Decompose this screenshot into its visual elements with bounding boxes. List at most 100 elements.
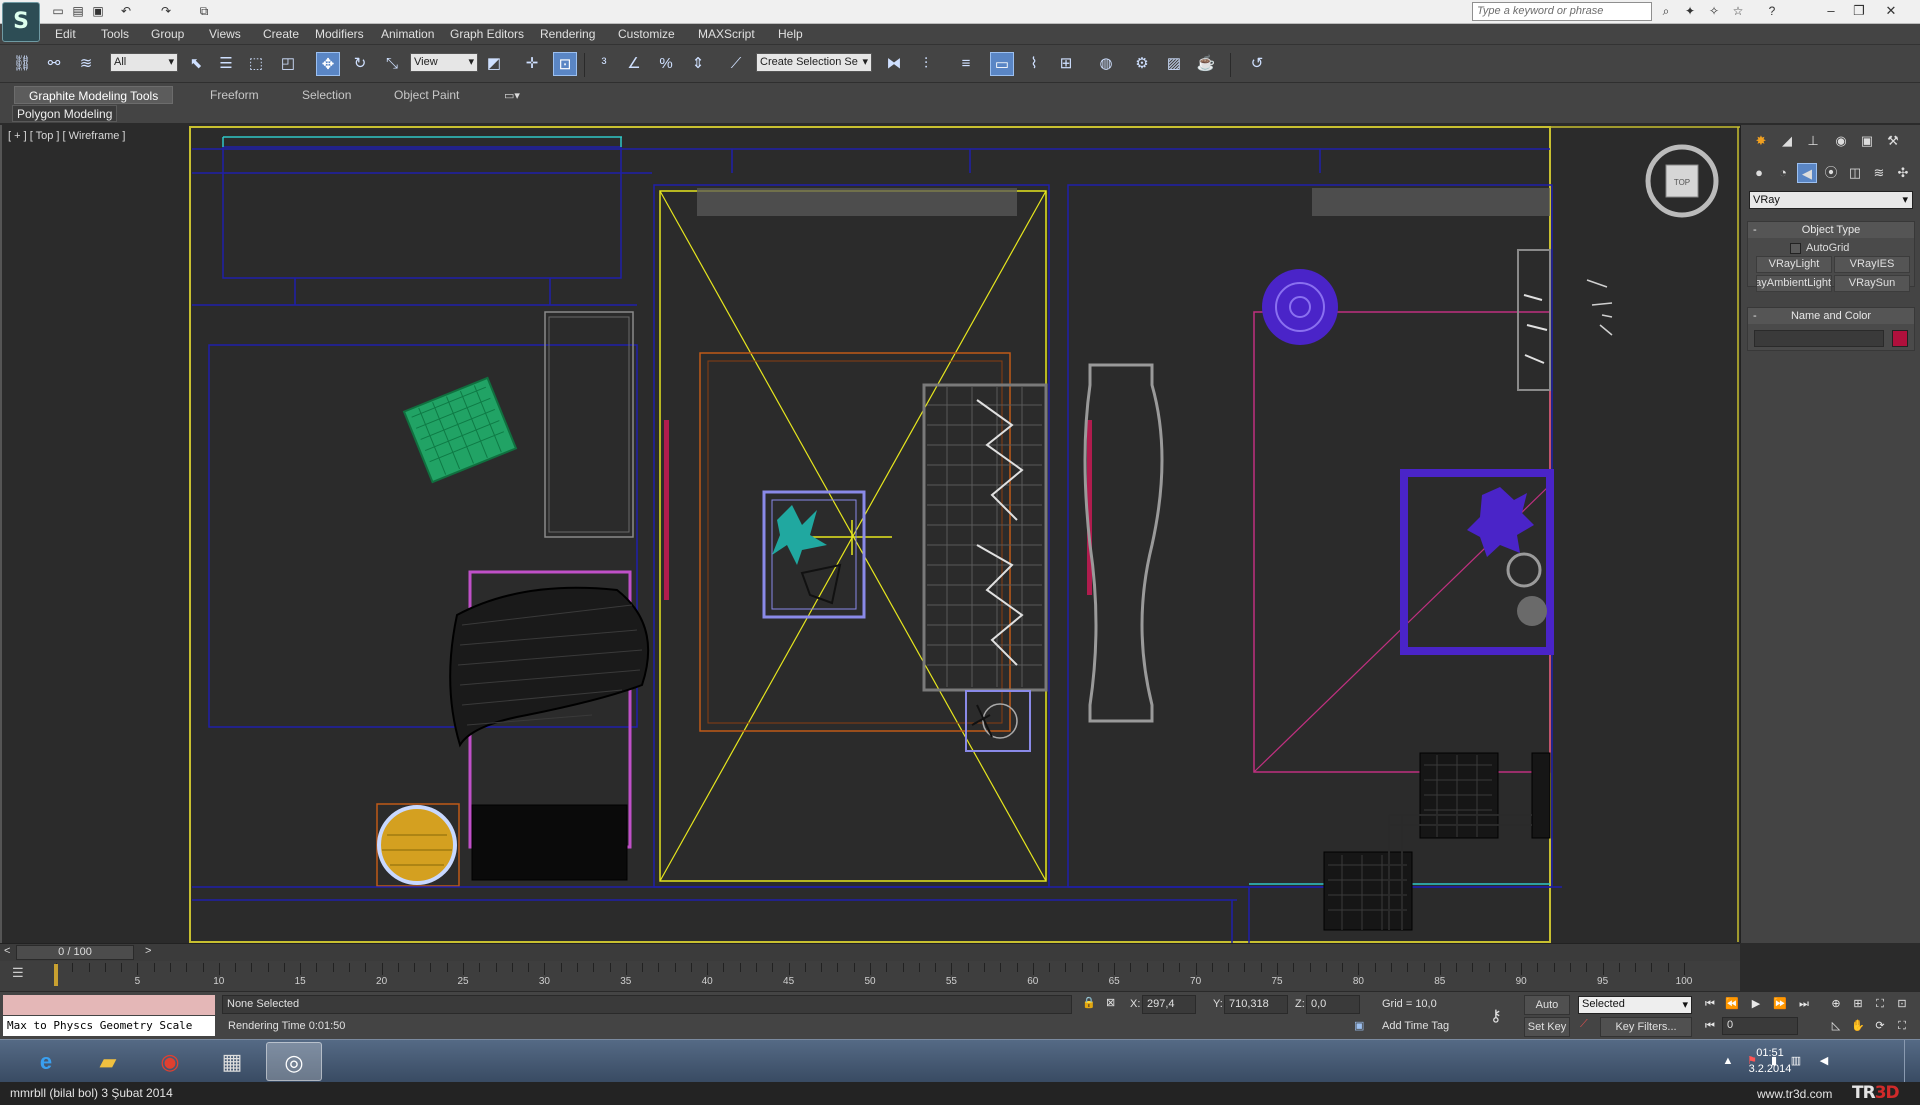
time-slider[interactable]: < 0 / 100 > [0,943,1740,961]
rectangular-selection-icon[interactable]: ⬚ [244,52,268,76]
render-setup-icon[interactable]: ⚙ [1130,52,1154,76]
field-of-view-icon[interactable]: ◺ [1826,1017,1846,1035]
zoom-extents-all-icon[interactable]: ⊡ [1892,995,1912,1013]
select-by-name-icon[interactable]: ☰ [214,52,238,76]
ribbon-options-icon[interactable]: ▭▾ [504,89,520,102]
file-explorer-icon[interactable]: ▰ [80,1042,136,1081]
tab-selection[interactable]: Selection [288,86,365,104]
favorites-icon[interactable]: ☆ [1730,3,1746,19]
menu-maxscript[interactable]: MAXScript [698,27,755,41]
maxscript-listener-output[interactable]: Max to Physcs Geometry Scale [3,1016,215,1036]
layer-manager-icon[interactable]: ≡ [954,52,978,76]
tab-freeform[interactable]: Freeform [196,86,273,104]
autogrid-checkbox[interactable] [1790,243,1801,254]
absolute-mode-icon[interactable]: ⊠ [1106,996,1115,1009]
ribbon-panel-polygon-modeling[interactable]: Polygon Modeling [12,105,118,122]
go-to-end-icon[interactable]: ⏭ [1794,995,1814,1013]
systems-icon[interactable]: ✣ [1893,163,1913,183]
cameras-icon[interactable]: ⦿ [1821,163,1841,183]
y-coordinate-field[interactable]: 710,318 [1224,995,1288,1014]
3dsmax-app-icon[interactable]: S [2,2,40,42]
3dsmax-icon[interactable]: ◎ [266,1042,322,1081]
menu-create[interactable]: Create [263,27,299,41]
current-frame-marker[interactable] [54,964,58,986]
minimize-icon[interactable]: – [1818,1,1844,21]
help-icon[interactable]: ? [1764,3,1780,19]
named-selection-dropdown[interactable]: Create Selection Se [756,53,872,72]
vrayambientlight-button[interactable]: VRayAmbientLight [1756,275,1832,292]
go-to-start-icon[interactable]: ⏮ [1700,995,1720,1013]
key-mode-toggle-icon[interactable]: ⏮ [1700,1017,1720,1035]
graphite-toggle-icon[interactable]: ▭ [990,52,1014,76]
edit-named-selection-icon[interactable]: ⟋ [724,52,748,76]
previous-frame-icon[interactable]: ⏪ [1722,995,1742,1013]
select-object-icon[interactable]: ⬉ [184,52,208,76]
lights-icon[interactable]: ◀ [1797,163,1817,183]
time-slider-prev[interactable]: < [4,945,10,957]
pan-icon[interactable]: ✋ [1848,1017,1868,1035]
schematic-view-icon[interactable]: ⊞ [1054,52,1078,76]
viewport-canvas[interactable]: TOP [2,125,1740,943]
rendered-frame-window-icon[interactable]: ▨ [1162,52,1186,76]
z-coordinate-field[interactable]: 0,0 [1306,995,1360,1014]
play-icon[interactable]: ▶ [1746,995,1766,1013]
align-icon[interactable]: ⫶ [914,52,938,76]
angle-snap-icon[interactable]: ∠ [622,52,646,76]
search-input[interactable]: Type a keyword or phrase [1472,2,1652,21]
menu-group[interactable]: Group [151,27,184,41]
key-filters-button[interactable]: Key Filters... [1600,1017,1692,1037]
save-icon[interactable]: ▣ [90,3,106,19]
object-type-header[interactable]: Object Type [1748,222,1914,238]
communication-icon[interactable]: ✧ [1706,3,1722,19]
hold-icon[interactable]: ⧉ [196,3,212,19]
viewport-label[interactable]: [ + ] [ Top ] [ Wireframe ] [8,130,125,142]
add-time-tag[interactable]: Add Time Tag [1382,1020,1449,1032]
geometry-icon[interactable]: ● [1749,163,1769,183]
menu-customize[interactable]: Customize [618,27,675,41]
vraysun-button[interactable]: VRaySun [1834,275,1910,292]
vraylight-button[interactable]: VRayLight [1756,256,1832,273]
hierarchy-tab-icon[interactable]: ⊥ [1803,131,1823,151]
orbit-icon[interactable]: ⟳ [1870,1017,1890,1035]
link-icon[interactable]: ⛓ [10,52,34,76]
curve-editor-icon[interactable]: ⌇ [1022,52,1046,76]
zoom-all-icon[interactable]: ⊞ [1848,995,1868,1013]
track-bar[interactable]: ☰ 5 10 15 20 25 30 35 40 45 50 55 60 65 70 75 80 85 90 95 1… [0,961,1740,991]
key-tangent-icon[interactable]: ⟋ [1580,1018,1588,1031]
remote-desktop-icon[interactable]: ▦ [204,1042,260,1081]
internet-explorer-icon[interactable]: e [18,1042,74,1081]
menu-animation[interactable]: Animation [381,27,434,41]
top-viewport[interactable]: [ + ] [ Top ] [ Wireframe ] TOP [0,125,1740,943]
create-tab-icon[interactable]: ✸ [1751,131,1771,151]
menu-help[interactable]: Help [778,27,803,41]
zoom-extents-icon[interactable]: ⛶ [1870,995,1890,1013]
menu-views[interactable]: Views [209,27,241,41]
menu-rendering[interactable]: Rendering [540,27,595,41]
open-folder-icon[interactable]: ▤ [70,3,86,19]
zoom-icon[interactable]: ⊕ [1826,995,1846,1013]
maxscript-listener-input[interactable] [3,995,215,1015]
mirror-icon[interactable]: ⧓ [882,52,906,76]
tab-graphite-modeling-tools[interactable]: Graphite Modeling Tools [14,86,174,104]
time-slider-next[interactable]: > [145,945,151,957]
window-crossing-icon[interactable]: ◰ [276,52,300,76]
show-desktop-button[interactable] [1904,1040,1918,1083]
object-name-field[interactable] [1754,330,1884,347]
subscription-icon[interactable]: ✦ [1682,3,1698,19]
close-icon[interactable]: ✕ [1878,1,1904,21]
restore-icon[interactable]: ❐ [1846,1,1872,21]
set-key-icon[interactable]: ⚷ [1490,1006,1502,1026]
system-clock[interactable]: 01:51 3.2.2014 [1746,1045,1794,1077]
auto-key-button[interactable]: Auto Key [1524,995,1570,1029]
volume-icon[interactable]: ◀ [1816,1053,1832,1069]
material-editor-icon[interactable]: ◍ [1094,52,1118,76]
motion-tab-icon[interactable]: ◉ [1831,131,1851,151]
object-color-swatch[interactable] [1892,330,1908,347]
spinner-snap-icon[interactable]: ⇕ [686,52,710,76]
chrome-icon[interactable]: ◉ [142,1042,198,1081]
select-and-move-icon[interactable]: ✥ [316,52,340,76]
pivot-center-icon[interactable]: ◩ [482,52,506,76]
time-slider-thumb[interactable]: 0 / 100 [16,945,134,960]
tab-object-paint[interactable]: Object Paint [380,86,473,104]
shapes-icon[interactable]: ◔ [1773,163,1793,183]
